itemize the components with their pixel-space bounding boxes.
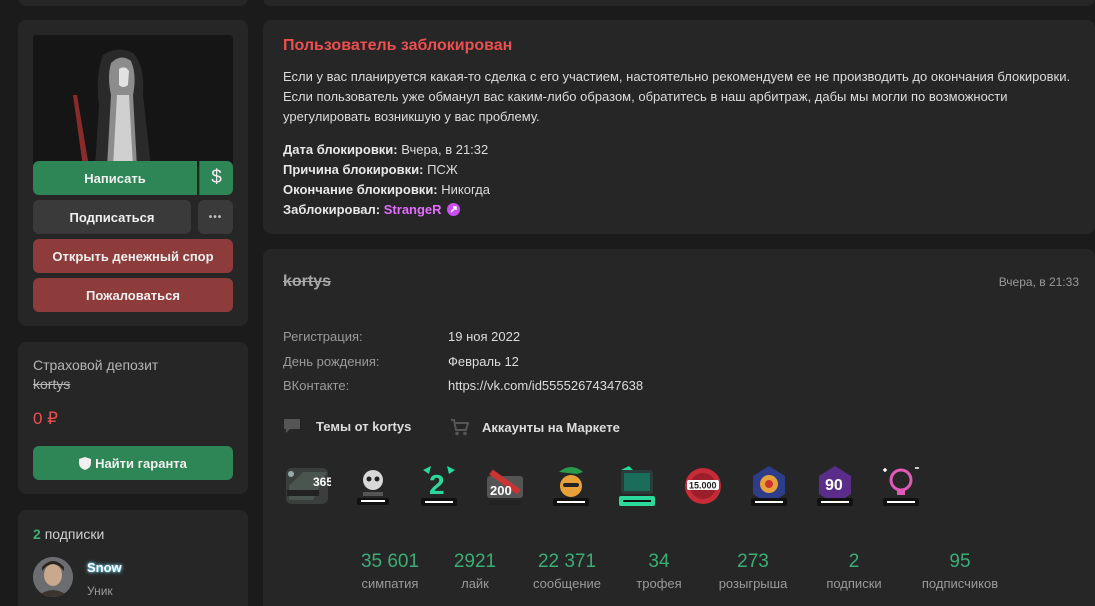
subscriptions-card: 2 подписки Snow Уник (18, 510, 248, 606)
registration-label: Регистрация: (283, 329, 363, 344)
deposit-username[interactable]: kortys (33, 376, 70, 392)
deposit-card: Страховой депозит kortys 0 ₽ Найти гаран… (18, 342, 248, 494)
ban-notice-card: Пользователь заблокирован Если у вас пла… (263, 20, 1095, 234)
trophy-badge-90-days-icon[interactable]: 90 (811, 462, 859, 510)
shopping-cart-icon (451, 419, 470, 436)
last-seen-time[interactable]: Вчера, в 21:33 (999, 275, 1079, 289)
deposit-amount: 0 ₽ (33, 409, 58, 428)
trophy-badge-innovator-icon[interactable] (877, 462, 925, 510)
trophy-badge-organizer-icon[interactable] (613, 462, 661, 510)
top-strip (0, 0, 1095, 8)
birthday-value: Февраль 12 (448, 354, 519, 369)
ban-by-label: Заблокировал: (283, 202, 381, 217)
write-message-button[interactable]: Написать (33, 161, 197, 195)
trophy-badge-15000-icon[interactable]: 15.000 (679, 462, 727, 510)
registration-value: 19 ноя 2022 (448, 329, 521, 344)
stat-subscriptions[interactable]: 2 подписки (799, 551, 909, 591)
more-options-button[interactable]: ••• (198, 200, 233, 234)
user-threads-label: Темы от kortys (316, 418, 412, 434)
profile-main-card: kortys Вчера, в 21:33 Регистрация: 19 но… (263, 249, 1095, 606)
shield-icon (79, 456, 92, 470)
svg-text:2: 2 (429, 469, 445, 500)
stat-subscriptions-label: подписки (826, 576, 882, 591)
stat-giveaways[interactable]: 273 розыгрыша (698, 551, 808, 591)
trophy-badge-skull-icon[interactable] (349, 462, 397, 510)
moderator-badge-icon (447, 203, 461, 216)
money-transfer-button[interactable]: $ (199, 161, 233, 195)
stat-giveaways-number: 273 (737, 551, 769, 572)
profile-sidebar-card: Написать $ Подписаться ••• Открыть денеж… (18, 20, 248, 326)
user-threads-link[interactable]: Темы от kortys (283, 418, 411, 434)
trophy-badge-summer-icon[interactable] (547, 462, 595, 510)
ban-date-label: Дата блокировки: (283, 142, 398, 157)
svg-text:15.000: 15.000 (689, 481, 717, 491)
ban-by-row: Заблокировал: StrangeR (283, 202, 461, 217)
find-guarantor-label: Найти гаранта (95, 455, 187, 471)
top-strip-left (18, 0, 248, 6)
trophy-badge-target-icon[interactable] (745, 462, 793, 510)
subscriptions-count: 2 (33, 526, 41, 542)
subscriber-avatar-image (33, 557, 73, 597)
ban-date-row: Дата блокировки: Вчера, в 21:32 (283, 142, 488, 157)
ban-by-user-link[interactable]: StrangeR (384, 202, 442, 217)
avatar-illustration (33, 35, 233, 167)
subscriber-avatar[interactable] (33, 557, 73, 597)
speech-bubble-icon (284, 419, 300, 433)
profile-avatar[interactable] (33, 35, 233, 167)
ban-end-value: Никогда (441, 182, 490, 197)
ban-date-value: Вчера, в 21:32 (401, 142, 489, 157)
svg-text:90: 90 (825, 477, 843, 494)
subscriptions-label: подписки (44, 526, 105, 542)
market-accounts-label: Аккаунты на Маркете (482, 419, 620, 435)
subscriber-role: Уник (87, 584, 113, 598)
stat-subscriptions-number: 2 (848, 551, 860, 572)
ban-title: Пользователь заблокирован (283, 37, 513, 54)
svg-text:200: 200 (490, 483, 512, 498)
find-guarantor-button[interactable]: Найти гаранта (33, 446, 233, 480)
report-button[interactable]: Пожаловаться (33, 278, 233, 312)
svg-text:365: 365 (313, 475, 331, 489)
open-dispute-button[interactable]: Открыть денежный спор (33, 239, 233, 273)
top-strip-right (263, 0, 1095, 6)
subscriber-name[interactable]: Snow (87, 560, 122, 575)
stat-followers-number: 95 (949, 551, 971, 572)
stat-giveaways-label: розыгрыша (718, 576, 788, 591)
ban-reason-row: Причина блокировки: ПСЖ (283, 162, 458, 177)
ban-reason-label: Причина блокировки: (283, 162, 424, 177)
subscriptions-header: 2 подписки (33, 526, 104, 542)
profile-username: kortys (283, 273, 332, 290)
birthday-label: День рождения: (283, 354, 380, 369)
ban-end-row: Окончание блокировки: Никогда (283, 182, 490, 197)
stat-followers[interactable]: 95 подписчиков (905, 551, 1015, 591)
vk-link[interactable]: https://vk.com/id55552674347638 (448, 378, 643, 393)
ban-end-label: Окончание блокировки: (283, 182, 438, 197)
market-accounts-link[interactable]: Аккаунты на Маркете (450, 418, 620, 436)
ban-description: Если у вас планируется какая-то сделка с… (283, 69, 1071, 124)
trophy-badge-2-years-icon[interactable]: 2 (415, 462, 463, 510)
stat-followers-label: подписчиков (921, 576, 999, 591)
vk-label: ВКонтакте: (283, 378, 350, 393)
deposit-title: Страховой депозит (33, 357, 159, 373)
subscribe-button[interactable]: Подписаться (33, 200, 191, 234)
ban-reason-value: ПСЖ (427, 162, 458, 177)
trophy-badge-365-icon[interactable]: 365 (283, 462, 333, 510)
trophy-badge-200-icon[interactable]: 200 (481, 462, 529, 510)
